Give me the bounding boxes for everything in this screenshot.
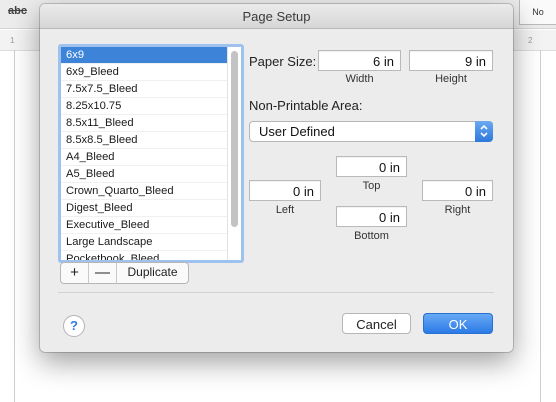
dialog-title: Page Setup	[40, 4, 513, 29]
non-printable-area-select[interactable]: User Defined	[249, 121, 493, 142]
list-scrollbar[interactable]	[231, 51, 238, 227]
duplicate-button[interactable]: Duplicate	[117, 263, 188, 283]
paper-size-list-item[interactable]: 6x9	[61, 47, 227, 64]
non-printable-area-value: User Defined	[259, 124, 335, 139]
bottom-label: Bottom	[354, 230, 389, 242]
strikethrough-tool[interactable]: abc	[8, 5, 27, 23]
paper-size-list-item[interactable]: A5_Bleed	[61, 166, 227, 183]
ruler-tick: 2	[528, 36, 533, 45]
ok-button[interactable]: OK	[423, 313, 493, 334]
margin-bottom-field[interactable]: 0 in	[336, 206, 407, 227]
margin-left-field[interactable]: 0 in	[249, 180, 321, 201]
toolbar-right-button[interactable]: No	[519, 0, 556, 25]
paper-size-label: Paper Size:	[249, 54, 317, 69]
paper-size-list-items: 6x9 6x9_Bleed 7.5x7.5_Bleed 8.25x10.75 8.5x1…	[61, 47, 228, 260]
left-label: Left	[275, 204, 295, 216]
paper-size-list-item[interactable]: Crown_Quarto_Bleed	[61, 183, 227, 200]
paper-size-list-item[interactable]: A4_Bleed	[61, 149, 227, 166]
help-button[interactable]: ?	[63, 315, 85, 337]
ruler-tick: 1	[10, 36, 15, 45]
list-button-group: + — Duplicate	[60, 262, 189, 284]
paper-size-list[interactable]: 6x9 6x9_Bleed 7.5x7.5_Bleed 8.25x10.75 8.5x1…	[58, 44, 244, 263]
margin-top-field[interactable]: 0 in	[336, 156, 407, 177]
page-margin-line	[14, 50, 15, 402]
select-chevron-icon	[475, 121, 493, 142]
divider	[58, 292, 494, 293]
paper-size-list-item[interactable]: Digest_Bleed	[61, 200, 227, 217]
add-paper-button[interactable]: +	[61, 263, 89, 283]
right-label: Right	[444, 204, 471, 216]
paper-size-list-item[interactable]: 8.5x11_Bleed	[61, 115, 227, 132]
paper-size-list-item[interactable]: Pocketbook_Bleed	[61, 251, 227, 260]
paper-width-field[interactable]: 6 in	[318, 50, 401, 71]
top-label: Top	[362, 180, 381, 192]
non-printable-area-label: Non-Printable Area:	[249, 98, 363, 113]
paper-size-list-item[interactable]: 8.5x8.5_Bleed	[61, 132, 227, 149]
width-label: Width	[345, 73, 374, 85]
cancel-button[interactable]: Cancel	[342, 313, 411, 334]
page-margin-line	[540, 50, 541, 402]
height-label: Height	[435, 73, 467, 85]
margin-right-field[interactable]: 0 in	[422, 180, 493, 201]
paper-size-list-item[interactable]: 8.25x10.75	[61, 98, 227, 115]
page-setup-dialog: Page Setup 6x9 6x9_Bleed 7.5x7.5_Bleed 8.25…	[40, 4, 513, 352]
paper-size-list-item[interactable]: 7.5x7.5_Bleed	[61, 81, 227, 98]
paper-size-list-item[interactable]: Executive_Bleed	[61, 217, 227, 234]
paper-size-list-item[interactable]: Large Landscape	[61, 234, 227, 251]
paper-height-field[interactable]: 9 in	[409, 50, 493, 71]
remove-paper-button[interactable]: —	[89, 263, 117, 283]
paper-size-list-item[interactable]: 6x9_Bleed	[61, 64, 227, 81]
